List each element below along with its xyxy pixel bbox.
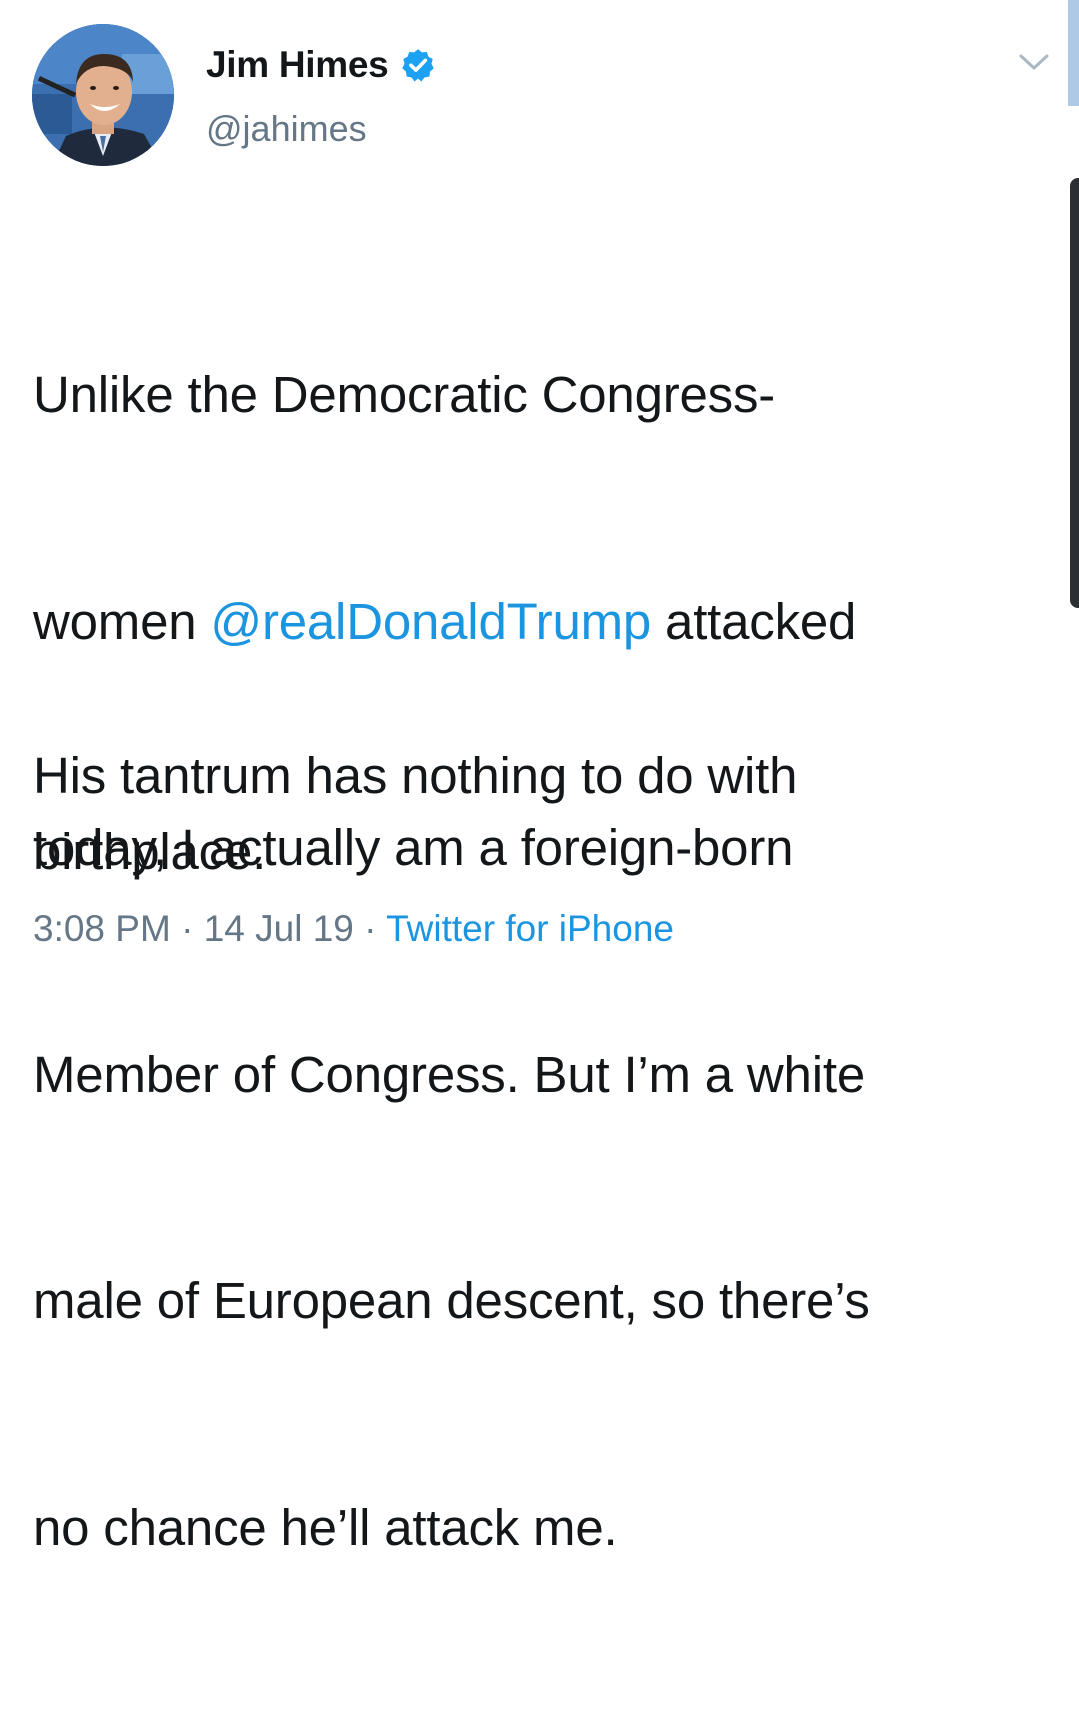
scrollbar-edge[interactable] xyxy=(1070,178,1079,608)
tweet-text-line: no chance he’ll attack me. xyxy=(33,1498,618,1556)
chevron-down-icon[interactable] xyxy=(1016,48,1052,76)
tweet-text: Unlike the Democratic Congress- women @r… xyxy=(33,206,1043,1716)
scrollbar-top[interactable] xyxy=(1068,0,1079,106)
tweet-text-line: Unlike the Democratic Congress- xyxy=(33,366,776,423)
display-name[interactable]: Jim Himes xyxy=(206,44,389,86)
tweet-text-line: Member of Congress. But I’m a white xyxy=(33,1045,865,1103)
author-name-row[interactable]: Jim Himes xyxy=(206,42,436,88)
separator-dot: · xyxy=(170,908,204,949)
verified-badge-icon xyxy=(402,49,435,82)
tweet-text-line: birthplace. xyxy=(33,822,267,880)
mention-link[interactable]: @realDonaldTrump xyxy=(210,593,651,650)
tweet-text-segment: attacked xyxy=(651,592,857,650)
tweet-date[interactable]: 14 Jul 19 xyxy=(204,908,354,949)
tweet-text-line: male of European descent, so there’s xyxy=(33,1272,870,1329)
tweet-metadata: 3:08 PM · 14 Jul 19 · Twitter for iPhone xyxy=(33,908,674,950)
author-handle[interactable]: @jahimes xyxy=(206,108,367,150)
tweet-card: Jim Himes @jahimes Unlike the Democratic… xyxy=(0,0,1079,1556)
tweet-text-line: His tantrum has nothing to do with xyxy=(33,747,798,804)
tweet-time[interactable]: 3:08 PM xyxy=(33,908,171,949)
separator-dot: · xyxy=(353,908,387,949)
tweet-text-line: women @realDonaldTrump attacked xyxy=(33,584,1043,660)
profile-photo-icon xyxy=(32,24,174,166)
tweet-source-link[interactable]: Twitter for iPhone xyxy=(386,908,674,949)
tweet-text-segment: women xyxy=(33,592,211,650)
tweet-text-paragraph-2: His tantrum has nothing to do with birth… xyxy=(33,738,1043,889)
avatar[interactable] xyxy=(32,24,174,166)
